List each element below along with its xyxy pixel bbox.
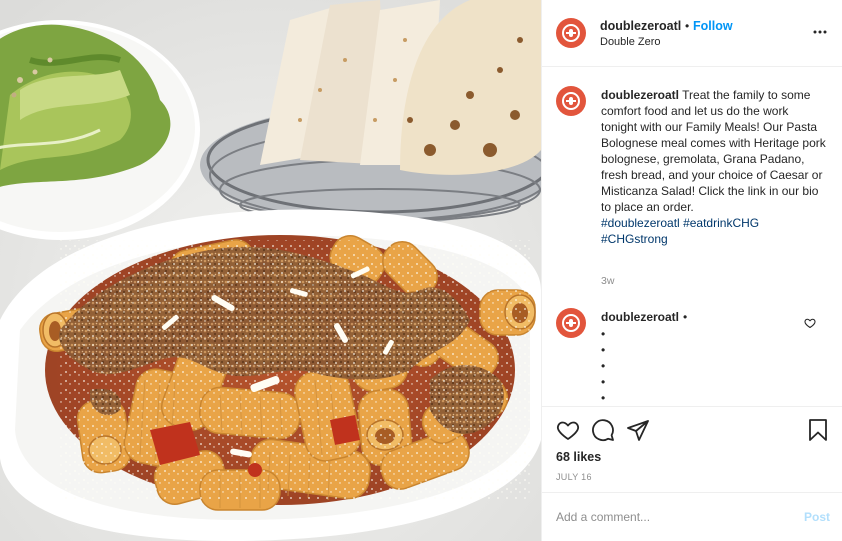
comment-separator: • [683,310,688,324]
comment-line: • [601,391,606,405]
post-header: doublezeroatl • Follow Double Zero [542,0,842,67]
comment-composer: Post [542,492,842,541]
location-link[interactable]: Double Zero [600,36,661,48]
caption-username[interactable]: doublezeroatl [601,88,679,102]
header-separator: • [685,19,690,33]
comment-line: • [601,327,606,341]
caption-body: Treat the family to some comfort food an… [601,88,826,214]
caption-avatar[interactable] [556,86,586,116]
comment-line: • [601,375,606,389]
header-username[interactable]: doublezeroatl [600,19,681,33]
comment-icon[interactable] [591,418,615,442]
post-side-panel: doublezeroatl • Follow Double Zero doubl… [541,0,842,541]
comment-input[interactable] [556,507,786,527]
comment-line: • [601,343,606,357]
comments-list[interactable]: doublezeroatl Treat the family to some c… [542,68,842,406]
brand-logo-icon [562,92,580,110]
caption-timestamp[interactable]: 3w [601,275,614,287]
heart-icon[interactable] [556,418,580,442]
more-horizontal-icon[interactable] [812,24,828,40]
hashtag-link[interactable]: #doublezeroatl [601,216,680,230]
comment-body: • • • • • [601,326,621,406]
follow-button[interactable]: Follow [693,19,733,33]
caption-text: doublezeroatl Treat the family to some c… [601,87,827,247]
comment-line: • [601,359,606,373]
comment-like-heart-icon[interactable] [804,317,816,329]
pasta-photo-illustration [0,0,541,541]
post-actions: 68 likes JULY 16 [542,406,842,492]
post-photo[interactable] [0,0,541,541]
hashtag-link[interactable]: #eatdrinkCHG [683,216,759,230]
likes-count[interactable]: 68 likes [556,450,601,464]
avatar[interactable] [556,18,586,48]
brand-logo-icon [562,24,580,42]
brand-logo-icon [562,314,580,332]
hashtag-link[interactable]: #CHGstrong [601,232,668,246]
post-date[interactable]: JULY 16 [556,472,592,482]
bookmark-icon[interactable] [806,418,830,442]
comment-username[interactable]: doublezeroatl [601,310,679,324]
post-comment-button[interactable]: Post [804,510,830,524]
comment-avatar[interactable] [556,308,586,338]
share-icon[interactable] [626,418,650,442]
